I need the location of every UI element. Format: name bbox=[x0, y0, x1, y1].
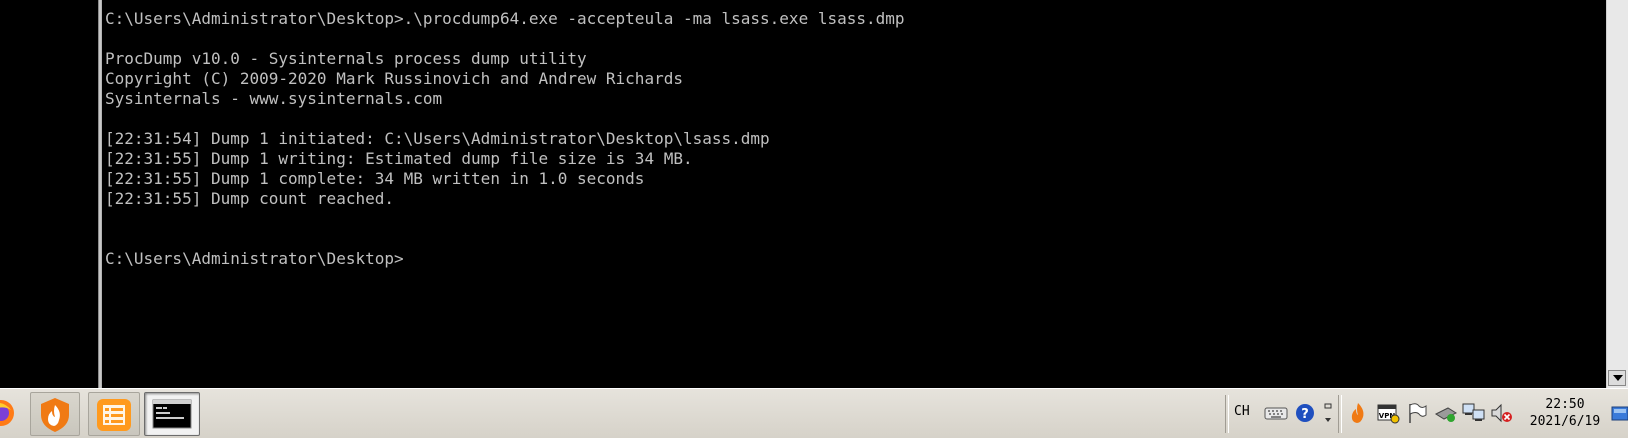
console-output: C:\Users\Administrator\Desktop>.\procdum… bbox=[105, 9, 905, 269]
keyboard-icon[interactable] bbox=[1264, 402, 1288, 424]
desktop-background bbox=[0, 0, 98, 388]
taskbar-app-notes[interactable] bbox=[88, 392, 140, 436]
huorong-tray-icon[interactable] bbox=[1348, 402, 1368, 424]
console-line: [22:31:55] Dump 1 writing: Estimated dum… bbox=[105, 149, 693, 168]
vertical-scrollbar[interactable] bbox=[1606, 0, 1628, 388]
console-line: ProcDump v10.0 - Sysinternals process du… bbox=[105, 49, 587, 68]
show-desktop-icon[interactable] bbox=[1610, 403, 1628, 425]
arrow-down-icon bbox=[1613, 375, 1623, 381]
options-icon[interactable] bbox=[1323, 402, 1333, 424]
console-line: C:\Users\Administrator\Desktop>.\procdum… bbox=[105, 9, 905, 28]
taskbar-app-cmd[interactable] bbox=[144, 392, 200, 436]
help-icon[interactable]: ? bbox=[1294, 402, 1316, 424]
clock-time: 22:50 bbox=[1545, 397, 1585, 412]
usb-icon[interactable] bbox=[1434, 402, 1458, 424]
console-prompt[interactable]: C:\Users\Administrator\Desktop> bbox=[105, 249, 905, 269]
console-line: [22:31:55] Dump 1 complete: 34 MB writte… bbox=[105, 169, 645, 188]
cmd-icon bbox=[152, 399, 192, 429]
network-icon[interactable] bbox=[1462, 402, 1486, 424]
tray-separator bbox=[1338, 395, 1342, 433]
taskbar-app-huorong[interactable] bbox=[30, 392, 80, 436]
console-line: [22:31:54] Dump 1 initiated: C:\Users\Ad… bbox=[105, 129, 770, 148]
console-window[interactable]: C:\Users\Administrator\Desktop>.\procdum… bbox=[102, 0, 1606, 388]
language-indicator[interactable]: CH bbox=[1234, 404, 1250, 419]
clock-date: 2021/6/19 bbox=[1529, 414, 1601, 429]
svg-text:?: ? bbox=[1301, 407, 1309, 422]
vpn-icon[interactable]: VPN bbox=[1376, 402, 1400, 424]
huorong-icon bbox=[41, 398, 69, 432]
console-line: Sysinternals - www.sysinternals.com bbox=[105, 89, 443, 108]
console-line: [22:31:55] Dump count reached. bbox=[105, 189, 394, 208]
system-clock[interactable]: 22:50 2021/6/19 bbox=[1525, 396, 1605, 430]
volume-muted-icon[interactable] bbox=[1490, 402, 1514, 424]
notes-icon bbox=[97, 399, 131, 431]
taskbar-app-firefox[interactable] bbox=[0, 392, 22, 436]
tray-separator bbox=[1225, 395, 1229, 433]
firefox-icon bbox=[0, 400, 14, 426]
taskbar: CH ? VPN 22:50 2021/6/19 bbox=[0, 388, 1628, 438]
console-line: Copyright (C) 2009-2020 Mark Russinovich… bbox=[105, 69, 683, 88]
flag-icon[interactable] bbox=[1406, 402, 1428, 424]
scroll-down-button[interactable] bbox=[1608, 370, 1626, 386]
